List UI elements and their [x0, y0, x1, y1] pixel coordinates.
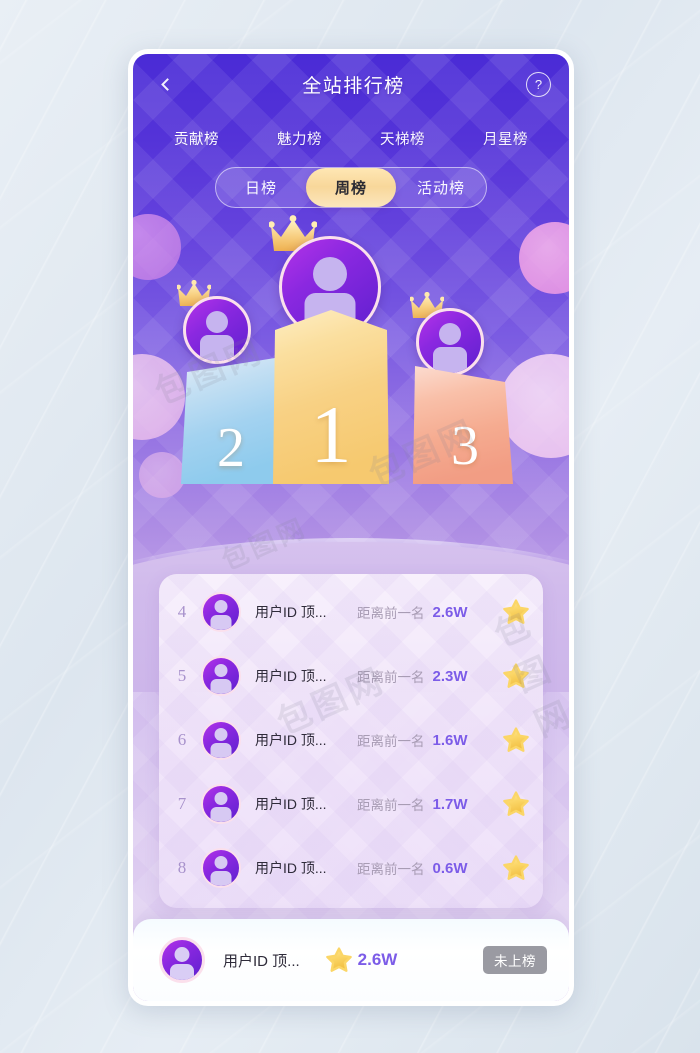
table-row[interactable]: 8 用户ID 顶... 距离前一名 0.6W [159, 836, 543, 900]
podium-section: 2 3 1 [133, 214, 569, 486]
user-avatar-icon [439, 323, 461, 345]
star-icon [503, 791, 529, 817]
gap-label: 距离前一名 [357, 734, 425, 749]
user-name: 用户ID 顶... [255, 668, 327, 684]
tab-ladder[interactable]: 天梯榜 [351, 128, 454, 149]
avatar[interactable] [201, 848, 241, 888]
period-segmented-control: 日榜 周榜 活动榜 [215, 167, 487, 208]
user-avatar-icon [313, 257, 347, 291]
user-avatar-icon [214, 664, 228, 677]
user-name: 用户ID 顶... [255, 604, 327, 620]
phone-frame: 全站排行榜 ? 贡献榜 魅力榜 天梯榜 月星榜 日榜 周榜 活动榜 2 3 1 … [128, 49, 574, 1006]
user-avatar-icon [214, 856, 228, 869]
user-name: 用户ID 顶... [223, 952, 300, 970]
gap-value: 0.6W [432, 859, 468, 877]
user-avatar-icon [174, 947, 190, 962]
tab-contribution[interactable]: 贡献榜 [145, 128, 248, 149]
user-avatar-icon [214, 728, 228, 741]
star-icon [503, 855, 529, 881]
pedestal-rank-2: 2 [177, 358, 285, 486]
table-row[interactable]: 7 用户ID 顶... 距离前一名 1.7W [159, 772, 543, 836]
table-row[interactable]: 6 用户ID 顶... 距离前一名 1.6W [159, 708, 543, 772]
user-name: 用户ID 顶... [255, 860, 327, 876]
avatar[interactable] [201, 720, 241, 760]
gap-value: 2.3W [432, 667, 468, 685]
gap-label: 距离前一名 [357, 798, 425, 813]
star-icon [503, 599, 529, 625]
user-avatar-icon-body [210, 615, 232, 630]
star-icon [325, 947, 352, 973]
rank-number: 6 [177, 730, 187, 749]
user-name: 用户ID 顶... [255, 732, 327, 748]
user-avatar-icon-body [210, 679, 232, 694]
ranking-list-card: 4 用户ID 顶... 距离前一名 2.6W 5 用户ID 顶... 距离前一名… [159, 574, 543, 908]
desktop-background: 全站排行榜 ? 贡献榜 魅力榜 天梯榜 月星榜 日榜 周榜 活动榜 2 3 1 … [0, 0, 700, 1053]
navigation-bar: 全站排行榜 ? [133, 54, 569, 114]
table-row[interactable]: 5 用户ID 顶... 距离前一名 2.3W [159, 644, 543, 708]
back-button[interactable] [151, 69, 181, 99]
avatar[interactable] [159, 937, 205, 983]
segment-activity[interactable]: 活动榜 [396, 168, 486, 207]
podium-avatar-rank-2[interactable] [183, 296, 251, 364]
gap-value: 2.6W [432, 603, 468, 621]
user-avatar-icon [214, 792, 228, 805]
gap-label: 距离前一名 [357, 606, 425, 621]
gap-label: 距离前一名 [357, 670, 425, 685]
category-tab-bar: 贡献榜 魅力榜 天梯榜 月星榜 [133, 114, 569, 149]
tab-charm[interactable]: 魅力榜 [248, 128, 351, 149]
rank-number: 7 [177, 794, 187, 813]
star-icon [503, 727, 529, 753]
gap-value: 1.7W [432, 795, 468, 813]
pedestal-3-shape [413, 366, 513, 484]
tab-monthstar[interactable]: 月星榜 [454, 128, 557, 149]
user-avatar-icon-body [170, 964, 194, 980]
user-avatar-icon-body [210, 807, 232, 822]
rank-number: 8 [177, 858, 187, 877]
app-screen: 全站排行榜 ? 贡献榜 魅力榜 天梯榜 月星榜 日榜 周榜 活动榜 2 3 1 … [133, 54, 569, 1001]
user-avatar-icon-body [210, 743, 232, 758]
pedestal-rank-1: 1 [271, 310, 391, 486]
user-avatar-icon [214, 600, 228, 613]
segment-daily[interactable]: 日榜 [216, 168, 306, 207]
pedestal-rank-3: 3 [413, 366, 517, 486]
table-row[interactable]: 4 用户ID 顶... 距离前一名 2.6W [159, 580, 543, 644]
avatar[interactable] [201, 592, 241, 632]
pedestal-1-shape [273, 310, 389, 484]
self-score-value: 2.6W [357, 950, 398, 969]
user-avatar-icon [206, 311, 228, 333]
avatar[interactable] [201, 784, 241, 824]
user-name: 用户ID 顶... [255, 796, 327, 812]
avatar[interactable] [201, 656, 241, 696]
chevron-left-icon [161, 77, 174, 91]
gap-label: 距离前一名 [357, 862, 425, 877]
star-icon [503, 663, 529, 689]
rank-number: 4 [177, 602, 187, 621]
help-icon[interactable]: ? [526, 71, 551, 97]
rank-number: 5 [177, 666, 187, 685]
page-title: 全站排行榜 [302, 75, 405, 97]
pedestal-2-shape [181, 358, 281, 484]
self-rank-bar: 用户ID 顶... 2.6W 未上榜 [133, 919, 569, 1001]
gap-value: 1.6W [432, 731, 468, 749]
status-badge: 未上榜 [483, 946, 547, 974]
user-avatar-icon-body [210, 871, 232, 886]
segment-weekly[interactable]: 周榜 [306, 168, 396, 207]
